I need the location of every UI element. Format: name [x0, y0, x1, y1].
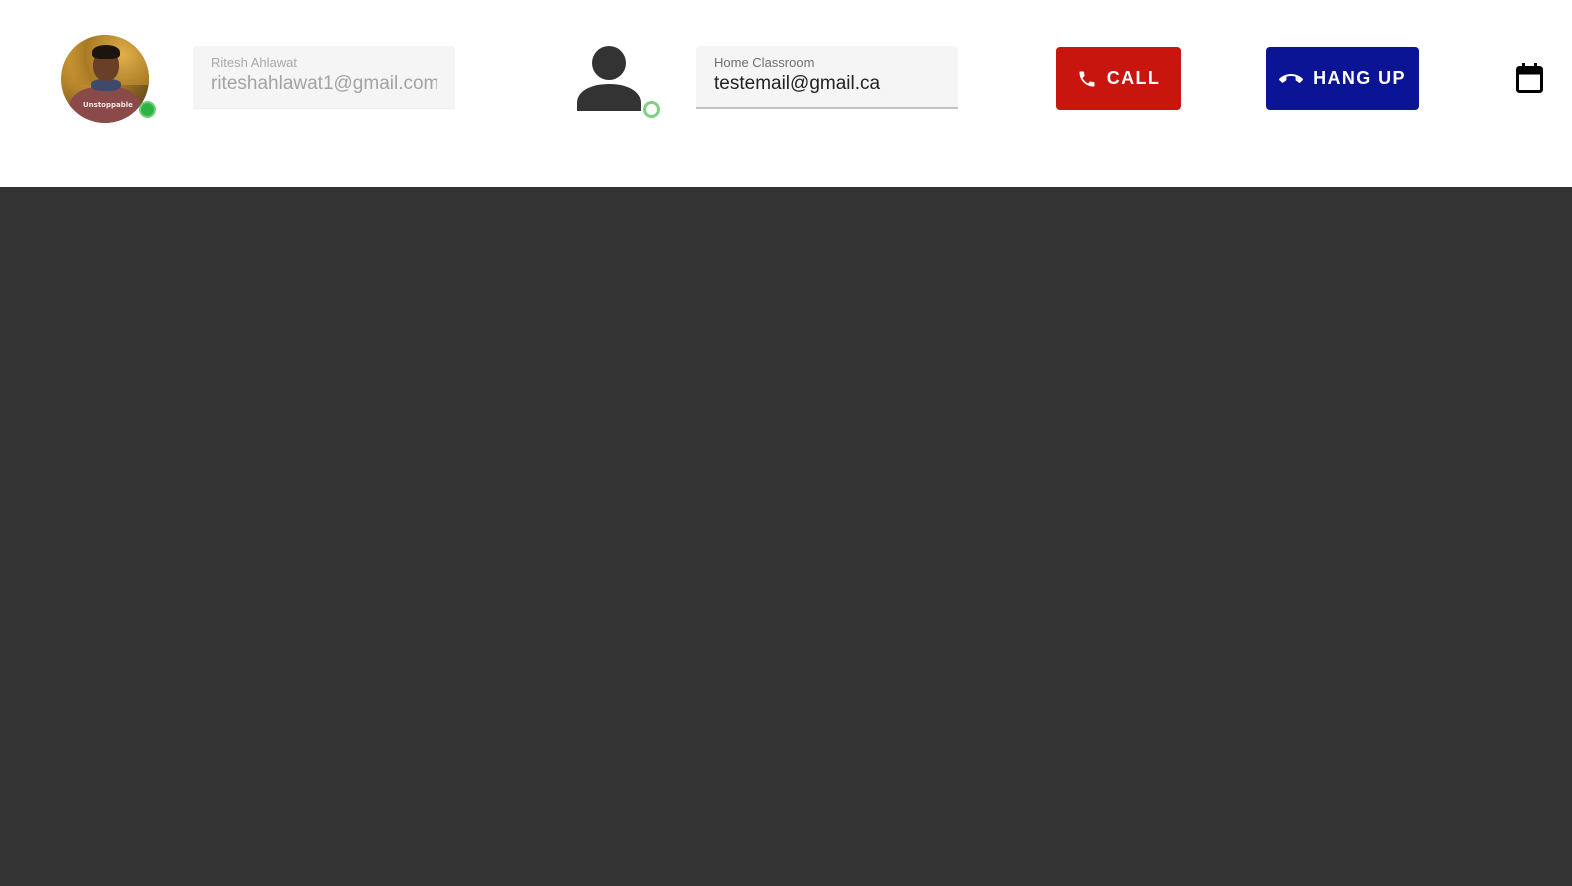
remote-user-name-label: Home Classroom — [714, 55, 815, 70]
local-user-online-status-dot — [139, 101, 156, 118]
local-user-email-value: riteshahlawat1@gmail.com — [211, 73, 437, 94]
call-button-label: CALL — [1106, 68, 1161, 88]
local-user-name-label: Ritesh Ahlawat — [211, 55, 297, 70]
remote-user-email-field[interactable]: Home Classroom testemail@gmail.ca — [696, 46, 958, 109]
person-icon — [577, 46, 641, 111]
remote-user-email-input[interactable]: testemail@gmail.ca — [714, 73, 940, 95]
avatar-hair — [92, 45, 120, 59]
hang-up-button-label: HANG UP — [1313, 68, 1406, 88]
calendar-icon[interactable] — [1516, 63, 1543, 93]
avatar-shirt-text: Unstoppable — [83, 101, 133, 109]
video-stage — [0, 187, 1572, 886]
remote-user-status-ring — [643, 101, 660, 118]
phone-icon — [1079, 71, 1095, 86]
calendar-icon-ring-right — [1534, 63, 1537, 69]
person-icon-head — [592, 46, 626, 80]
local-user-email-field: Ritesh Ahlawat riteshahlawat1@gmail.com — [193, 46, 455, 109]
hang-up-button[interactable]: HANG UP — [1266, 47, 1419, 110]
call-end-icon — [1279, 73, 1304, 83]
call-button[interactable]: CALL — [1056, 47, 1181, 110]
person-icon-body — [577, 84, 641, 111]
call-header: Unstoppable Ritesh Ahlawat riteshahlawat… — [0, 0, 1572, 187]
calendar-icon-ring-left — [1522, 63, 1525, 69]
calendar-icon-header — [1517, 67, 1542, 75]
local-user-avatar: Unstoppable — [61, 35, 149, 123]
